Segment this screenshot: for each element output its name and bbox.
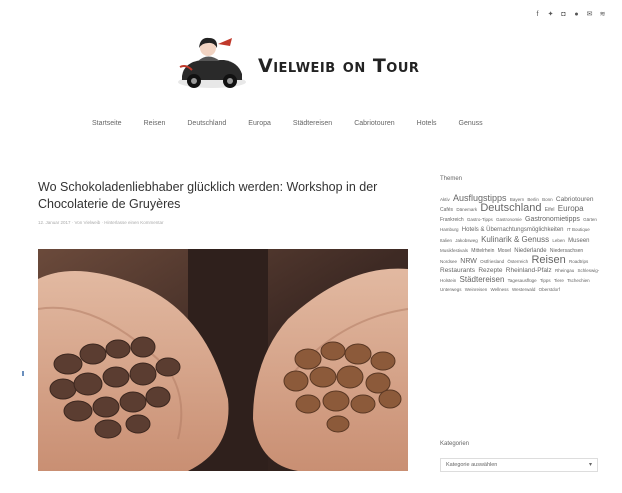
tag-link[interactable]: Cafés [440,207,453,213]
edge-marker [22,371,24,376]
rss-icon[interactable]: ≋ [599,11,606,19]
nav-item-cabriotouren[interactable]: Cabriotouren [354,120,394,127]
tag-link[interactable]: Eifel [545,207,555,213]
nav-item-städtereisen[interactable]: Städtereisen [293,120,332,127]
tag-link[interactable]: Cabriotouren [556,196,594,203]
tag-link[interactable]: Hamburg [440,227,459,232]
tag-link[interactable]: Tagesausflüge [508,278,537,283]
tag-link[interactable]: Ostfriesland [480,259,504,264]
tag-link[interactable]: Europa [558,204,584,213]
tag-link[interactable]: Jakobsweg [455,238,478,243]
tag-link[interactable]: Italien [440,238,452,243]
tag-link[interactable]: Weinreisen [465,287,487,292]
tag-link[interactable]: Gastronomietipps [525,216,580,223]
twitter-icon[interactable]: ✦ [547,11,554,19]
main-navigation: Startseite Reisen Deutschland Europa Städter… [92,120,505,127]
kategorien-dropdown[interactable]: Kategorie auswählen ▾ [440,458,598,472]
social-icons: f ✦ ◘ ● ✉ ≋ [534,11,606,19]
themen-widget-title: Themen [440,176,463,182]
tag-link[interactable]: Leben [552,238,565,243]
tag-link[interactable]: Rheingau [555,268,574,273]
tag-cloud: Aktiv Ausflugstipps Bayern Berlin Bonn C… [440,194,602,294]
tag-link[interactable]: Rheinland-Pfalz [506,267,552,274]
tag-link[interactable]: Reisen [531,254,565,266]
tag-link[interactable]: Dänemark [456,207,477,212]
cocoa-beans-hands-photo [38,249,408,471]
tag-link[interactable]: Gastro-Tipps [467,217,493,222]
nav-item-hotels[interactable]: Hotels [417,120,437,127]
post-featured-image[interactable] [38,249,408,471]
tag-link[interactable]: Tipps [540,278,551,283]
tag-link[interactable]: NRW [460,258,477,265]
tag-link[interactable]: Aktiv [440,197,450,202]
nav-item-genuss[interactable]: Genuss [459,120,483,127]
nav-item-startseite[interactable]: Startseite [92,120,122,127]
post-meta: 12. Januar 2017 · Von Vielweib · Hinterl… [38,220,164,225]
site-logo[interactable]: Vielweib on Tour [172,34,472,96]
tag-link[interactable]: Mittelrhein [471,248,494,254]
nav-item-europa[interactable]: Europa [248,120,271,127]
tag-link[interactable]: Bonn [542,197,553,202]
tag-link[interactable]: Musikfestivals [440,248,468,253]
tag-link[interactable]: Westerwald [512,287,535,292]
tag-link[interactable]: Gärten [583,217,597,222]
tag-link[interactable]: Rezepte [478,267,502,274]
tag-link[interactable]: Unterwegs [440,287,462,292]
tag-link[interactable]: Gastronomie [496,217,522,222]
nav-item-deutschland[interactable]: Deutschland [187,120,226,127]
tag-link[interactable]: Restaurants [440,267,475,274]
pinterest-icon[interactable]: ● [573,11,580,19]
sidebar: Themen Aktiv Ausflugstipps Bayern Berlin… [440,176,602,294]
tag-link[interactable]: Städtereisen [460,275,505,284]
tag-link[interactable]: Tschechien [567,278,590,283]
tag-link[interactable]: Nordsee [440,259,457,264]
instagram-icon[interactable]: ◘ [560,11,567,19]
tag-link[interactable]: IT Boutique [567,227,590,232]
nav-item-reisen[interactable]: Reisen [144,120,166,127]
tag-link[interactable]: Tiere [554,278,564,283]
caret-down-icon: ▾ [588,462,592,468]
site-title: Vielweib on Tour [258,55,420,77]
kategorien-selected-value: Kategorie auswählen [446,462,498,468]
tag-link[interactable]: Museen [568,238,589,244]
tag-link[interactable]: Wellness [490,287,508,292]
kategorien-widget-title: Kategorien [440,441,470,447]
post-title[interactable]: Wo Schokoladenliebhaber glücklich werden… [38,179,408,212]
tag-link[interactable]: Frankreich [440,217,464,223]
email-icon[interactable]: ✉ [586,11,593,19]
tag-link[interactable]: Deutschland [480,202,541,214]
tag-link[interactable]: Kulinarik & Genuss [481,235,549,244]
logo-car-illustration [178,37,246,88]
tag-link[interactable]: Oberstdorf [539,287,560,292]
facebook-icon[interactable]: f [534,11,541,19]
tag-link[interactable]: Österreich [507,259,528,264]
tag-link[interactable]: Mosel [498,248,511,254]
tag-link[interactable]: Hotels & Übernachtungsmöglichkeiten [462,227,564,233]
tag-link[interactable]: Roadtrips [569,259,588,264]
